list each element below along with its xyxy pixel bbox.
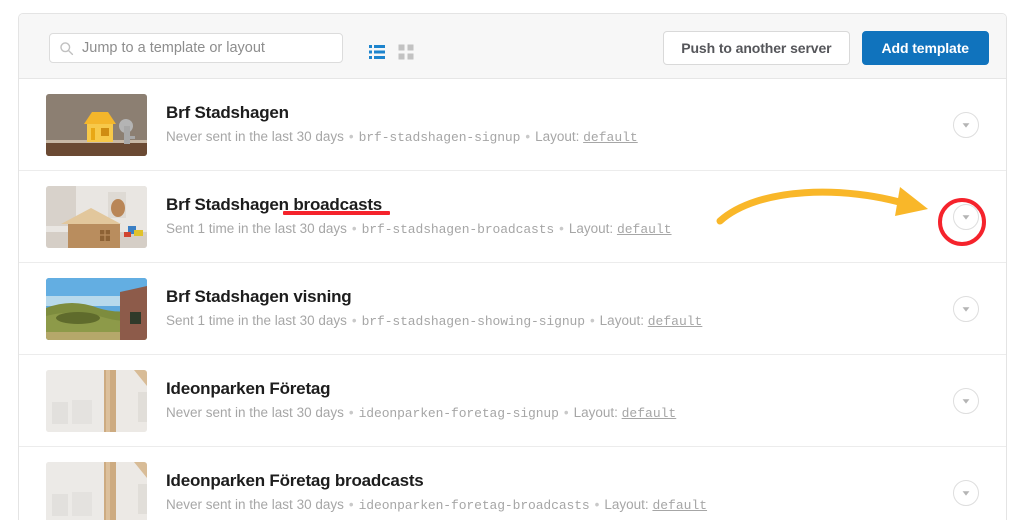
meta-separator: • bbox=[559, 221, 564, 237]
layout-link[interactable]: default bbox=[652, 498, 707, 513]
template-list: Brf Stadshagen Never sent in the last 30… bbox=[19, 79, 1006, 520]
template-title[interactable]: Brf Stadshagen broadcasts bbox=[166, 195, 953, 215]
templates-page: Push to another server Add template Brf … bbox=[0, 0, 1024, 520]
template-meta: Sent 1 time in the last 30 days • brf-stad… bbox=[166, 313, 953, 330]
sent-status: Never sent in the last 30 days bbox=[166, 405, 344, 421]
table-row[interactable]: Brf Stadshagen visning Sent 1 time in th… bbox=[19, 263, 1006, 355]
row-actions-dropdown-button[interactable] bbox=[953, 111, 979, 138]
template-meta: Sent 1 time in the last 30 days • brf-stad… bbox=[166, 221, 953, 238]
meta-separator: • bbox=[589, 313, 595, 329]
layout-link[interactable]: default bbox=[622, 406, 677, 421]
list-view-icon[interactable] bbox=[369, 44, 385, 60]
sent-status: Never sent in the last 30 days bbox=[166, 497, 344, 513]
search-field[interactable] bbox=[49, 33, 343, 63]
toolbar-actions: Push to another server Add template bbox=[663, 31, 989, 65]
layout-link[interactable]: default bbox=[583, 130, 638, 145]
template-thumbnail bbox=[46, 369, 147, 432]
template-meta: Never sent in the last 30 days • ideonpark… bbox=[166, 405, 953, 422]
grid-view-icon[interactable] bbox=[398, 44, 414, 60]
sent-status: Sent 1 time in the last 30 days bbox=[166, 313, 347, 329]
meta-separator: • bbox=[348, 405, 354, 421]
template-thumbnail bbox=[46, 185, 147, 248]
sent-status: Never sent in the last 30 days bbox=[166, 129, 344, 145]
meta-separator: • bbox=[525, 129, 531, 145]
table-row[interactable]: Ideonparken Företag broadcasts Never sen… bbox=[19, 447, 1006, 520]
template-thumbnail bbox=[46, 277, 147, 340]
template-slug: brf-stadshagen-broadcasts bbox=[361, 222, 555, 238]
row-actions-dropdown-button[interactable] bbox=[953, 479, 979, 506]
template-title[interactable]: Brf Stadshagen bbox=[166, 103, 953, 123]
layout-label: Layout: bbox=[568, 221, 614, 237]
table-row[interactable]: Brf Stadshagen Never sent in the last 30… bbox=[19, 79, 1006, 171]
template-slug: brf-stadshagen-showing-signup bbox=[361, 314, 585, 330]
layout-label: Layout: bbox=[604, 497, 649, 513]
row-body: Ideonparken Företag Never sent in the la… bbox=[147, 379, 953, 422]
template-slug: ideonparken-foretag-signup bbox=[358, 406, 559, 422]
row-body: Brf Stadshagen visning Sent 1 time in th… bbox=[147, 287, 953, 330]
search-icon bbox=[59, 41, 74, 56]
add-template-button[interactable]: Add template bbox=[861, 31, 989, 65]
layout-label: Layout: bbox=[535, 129, 580, 145]
sent-status: Sent 1 time in the last 30 days bbox=[166, 221, 347, 237]
meta-separator: • bbox=[351, 313, 357, 329]
meta-separator: • bbox=[348, 497, 354, 513]
table-row[interactable]: Brf Stadshagen broadcasts Sent 1 time in… bbox=[19, 171, 1006, 263]
row-actions-dropdown-button[interactable] bbox=[953, 387, 979, 414]
layout-link[interactable]: default bbox=[648, 314, 703, 329]
template-thumbnail bbox=[46, 93, 147, 156]
template-thumbnail bbox=[46, 461, 147, 520]
meta-separator: • bbox=[563, 405, 569, 421]
row-actions-dropdown-button[interactable] bbox=[953, 295, 979, 322]
table-row[interactable]: Ideonparken Företag Never sent in the la… bbox=[19, 355, 1006, 447]
template-meta: Never sent in the last 30 days • brf-stads… bbox=[166, 129, 953, 146]
view-toggle-group bbox=[369, 44, 414, 60]
toolbar: Push to another server Add template bbox=[19, 14, 1006, 79]
layout-label: Layout: bbox=[599, 313, 644, 329]
row-body: Ideonparken Företag broadcasts Never sen… bbox=[147, 471, 953, 514]
row-body: Brf Stadshagen broadcasts Sent 1 time in… bbox=[147, 195, 953, 238]
meta-separator: • bbox=[351, 221, 357, 237]
meta-separator: • bbox=[348, 129, 354, 145]
push-to-another-server-button[interactable]: Push to another server bbox=[663, 31, 850, 65]
template-title[interactable]: Brf Stadshagen visning bbox=[166, 287, 953, 307]
template-meta: Never sent in the last 30 days • ideonpark… bbox=[166, 497, 953, 514]
templates-card: Push to another server Add template Brf … bbox=[18, 13, 1007, 520]
template-slug: brf-stadshagen-signup bbox=[358, 130, 521, 146]
meta-separator: • bbox=[594, 497, 600, 513]
template-title[interactable]: Ideonparken Företag broadcasts bbox=[166, 471, 953, 491]
row-actions-dropdown-button[interactable] bbox=[953, 203, 979, 230]
row-body: Brf Stadshagen Never sent in the last 30… bbox=[147, 103, 953, 146]
layout-label: Layout: bbox=[573, 405, 618, 421]
template-title[interactable]: Ideonparken Företag bbox=[166, 379, 953, 399]
template-slug: ideonparken-foretag-broadcasts bbox=[358, 498, 590, 514]
layout-link[interactable]: default bbox=[617, 222, 672, 237]
search-input[interactable] bbox=[82, 40, 333, 56]
